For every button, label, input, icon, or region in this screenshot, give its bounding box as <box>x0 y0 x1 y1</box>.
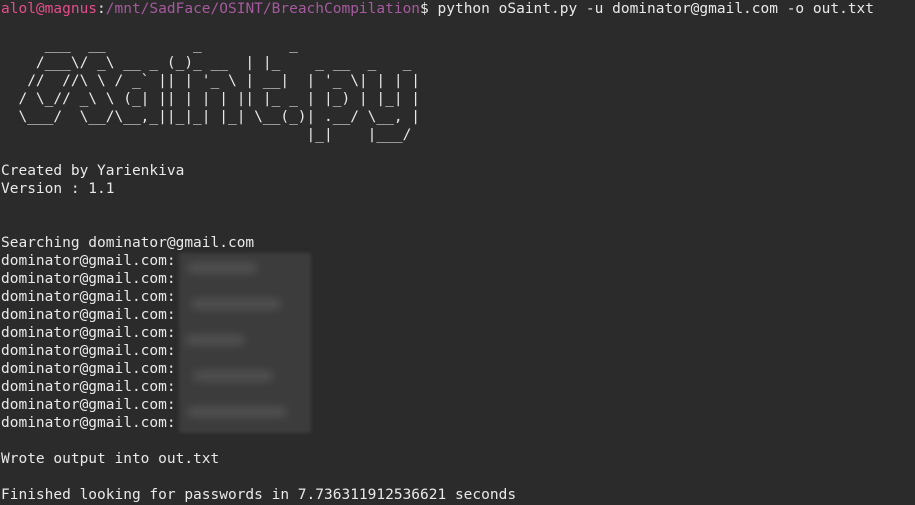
blur-streak <box>187 263 257 273</box>
result-line: dominator@gmail.com: <box>1 253 176 269</box>
terminal-window[interactable]: alol@magnus:/mnt/SadFace/OSINT/BreachCom… <box>0 0 915 505</box>
banner-line: // //\ \ / _` || | '_ \ | __| | '_ \| | … <box>1 73 421 89</box>
ascii-banner: ___ __ _ _ /___\/ _\ __ _ (_)_ __ | |_ _… <box>1 36 915 144</box>
result-line: dominator@gmail.com: <box>1 415 176 431</box>
results-list: dominator@gmail.com: dominator@gmail.com… <box>1 252 915 432</box>
redacted-passwords-blur <box>179 253 311 433</box>
command-prompt-line: alol@magnus:/mnt/SadFace/OSINT/BreachCom… <box>1 0 915 18</box>
result-line: dominator@gmail.com: <box>1 325 176 341</box>
prompt-separator: : <box>97 1 106 17</box>
blur-streak <box>185 335 245 345</box>
result-line: dominator@gmail.com: <box>1 343 176 359</box>
wrote-output-line: Wrote output into out.txt <box>1 451 220 467</box>
result-line: dominator@gmail.com: <box>1 397 176 413</box>
result-line: dominator@gmail.com: <box>1 271 176 287</box>
banner-line: \___/ \__/\__,_||_|_| |_| \__(_)| .__/ \… <box>1 109 421 125</box>
blur-streak <box>187 407 287 417</box>
result-line: dominator@gmail.com: <box>1 361 176 377</box>
prompt-path: /mnt/SadFace/OSINT/BreachCompilation <box>105 1 421 17</box>
result-line: dominator@gmail.com: <box>1 307 176 323</box>
result-line: dominator@gmail.com: <box>1 289 176 305</box>
banner-line: ___ __ _ _ <box>1 37 298 53</box>
blur-streak <box>191 299 281 309</box>
finished-line: Finished looking for passwords in 7.7363… <box>1 487 517 503</box>
searching-line: Searching dominator@gmail.com <box>1 235 255 251</box>
result-line: dominator@gmail.com: <box>1 379 176 395</box>
command-text: python oSaint.py -u dominator@gmail.com … <box>437 1 875 17</box>
banner-line: |_| |___/ <box>1 127 412 143</box>
banner-line: /___\/ _\ __ _ (_)_ __ | |_ _ __ _ _ <box>1 55 412 71</box>
prompt-user-host: alol@magnus <box>1 1 98 17</box>
blur-streak <box>193 371 273 381</box>
created-by-line: Created by Yarienkiva <box>1 163 185 179</box>
version-line: Version : 1.1 <box>1 181 115 197</box>
prompt-dollar: $ <box>420 1 438 17</box>
banner-line: / \_// _\ \ (_| || | | | || |_ _ | |_) |… <box>1 91 421 107</box>
